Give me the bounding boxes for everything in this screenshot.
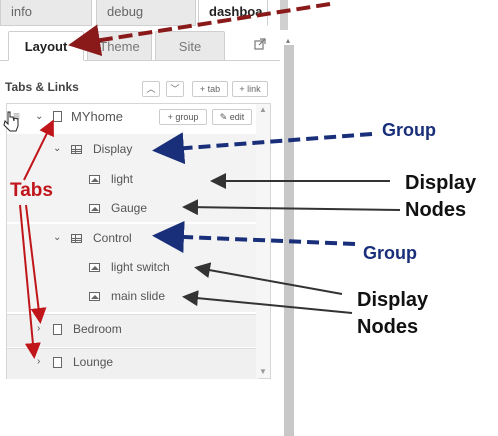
arrow-tabs-to-myhome [23,119,54,181]
arrow-tabs-to-lounge [19,204,41,359]
arrow-to-node-main-slide [182,290,353,314]
arrow-to-group-control [152,220,356,253]
arrow-to-node-light-switch [194,262,343,295]
arrow-tabs-to-bedroom [25,204,47,324]
cursor-hand-icon [3,111,19,132]
arrow-to-group-display [152,132,373,165]
arrow-to-node-gauge [182,199,401,216]
annotation-arrows [3,2,401,359]
arrow-to-layout-tab [68,2,331,57]
